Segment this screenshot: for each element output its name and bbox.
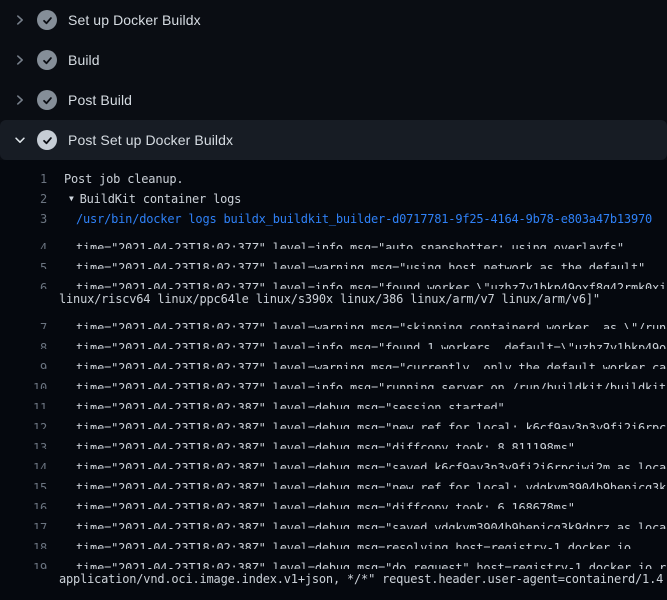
step-label: Build [68, 52, 100, 68]
log-line-number[interactable]: 17 [0, 518, 47, 529]
log-line: 8 time="2021-04-23T18:02:37Z" level=info… [0, 329, 667, 349]
log-line: 20 time="2021-04-23T18:02:38Z" level=deb… [0, 589, 667, 600]
log-line-number[interactable]: 12 [0, 418, 47, 429]
chevron-down-icon[interactable] [12, 132, 28, 148]
chevron-right-icon[interactable] [12, 52, 28, 68]
steps-list: Set up Docker Buildx Build Post Build Po… [0, 0, 667, 160]
step-header-build[interactable]: Build [0, 40, 667, 80]
log-line: 15 time="2021-04-23T18:02:38Z" level=deb… [0, 469, 667, 489]
chevron-right-icon[interactable] [12, 92, 28, 108]
log-line: 14 time="2021-04-23T18:02:38Z" level=deb… [0, 449, 667, 469]
log-line-number[interactable]: 19 [0, 558, 47, 569]
group-collapse-triangle-icon[interactable]: ▼ [69, 189, 74, 209]
check-circle-icon [37, 90, 57, 110]
log-line: 18 time="2021-04-23T18:02:38Z" level=deb… [0, 529, 667, 549]
check-circle-icon [37, 10, 57, 30]
log-line-number[interactable]: 6 [0, 278, 47, 289]
log-line-number[interactable]: 10 [0, 378, 47, 389]
log-line: 16 time="2021-04-23T18:02:38Z" level=deb… [0, 489, 667, 509]
log-line-number[interactable]: 2 [0, 189, 47, 209]
log-line: 19 time="2021-04-23T18:02:38Z" level=deb… [0, 549, 667, 569]
log-line: 12 time="2021-04-23T18:02:38Z" level=deb… [0, 409, 667, 429]
log-line: 11 time="2021-04-23T18:02:38Z" level=deb… [0, 389, 667, 409]
log-line-number[interactable]: 14 [0, 458, 47, 469]
chevron-right-icon[interactable] [12, 12, 28, 28]
log-line-number[interactable]: 1 [0, 169, 47, 189]
log-line-continuation: application/vnd.oci.image.index.v1+json,… [0, 569, 667, 589]
log-line-number[interactable]: 8 [0, 338, 47, 349]
log-line-number[interactable]: 9 [0, 358, 47, 369]
log-line: 9 time="2021-04-23T18:02:37Z" level=warn… [0, 349, 667, 369]
step-header-post-build[interactable]: Post Build [0, 80, 667, 120]
log-line-number[interactable]: 13 [0, 438, 47, 449]
check-circle-icon [37, 130, 57, 150]
step-label: Post Build [68, 92, 132, 108]
log-line-continuation: linux/riscv64 linux/ppc64le linux/s390x … [0, 289, 667, 309]
log-line-number[interactable]: 4 [0, 238, 47, 249]
check-circle-icon [37, 50, 57, 70]
step-header-setup-docker-buildx[interactable]: Set up Docker Buildx [0, 0, 667, 40]
step-label: Set up Docker Buildx [68, 12, 201, 28]
step-header-post-setup-docker-buildx[interactable]: Post Set up Docker Buildx [0, 120, 667, 160]
log-command-line: 3 /usr/bin/docker logs buildx_buildkit_b… [0, 209, 667, 229]
log-line: 13 time="2021-04-23T18:02:38Z" level=deb… [0, 429, 667, 449]
log-line: 4 time="2021-04-23T18:02:37Z" level=info… [0, 229, 667, 249]
log-line-number[interactable]: 15 [0, 478, 47, 489]
log-group-line[interactable]: 2 ▼ BuildKit container logs [0, 189, 667, 209]
log-line-number[interactable]: 11 [0, 398, 47, 409]
log-line: 7 time="2021-04-23T18:02:37Z" level=warn… [0, 309, 667, 329]
log-line-number[interactable]: 18 [0, 538, 47, 549]
log-line: 10 time="2021-04-23T18:02:37Z" level=inf… [0, 369, 667, 389]
log-line-number[interactable]: 7 [0, 318, 47, 329]
log-line: 5 time="2021-04-23T18:02:37Z" level=warn… [0, 249, 667, 269]
log-line-number[interactable]: 5 [0, 258, 47, 269]
log-line-number[interactable]: 16 [0, 498, 47, 509]
group-title[interactable]: BuildKit container logs [80, 189, 242, 209]
step-label: Post Set up Docker Buildx [68, 132, 233, 148]
log-line: 1 Post job cleanup. [0, 169, 667, 189]
log-line-number[interactable]: 3 [0, 209, 47, 229]
log-line: 17 time="2021-04-23T18:02:38Z" level=deb… [0, 509, 667, 529]
log-output: 1 Post job cleanup. 2 ▼ BuildKit contain… [0, 160, 667, 600]
log-line: 6 time="2021-04-23T18:02:37Z" level=info… [0, 269, 667, 289]
